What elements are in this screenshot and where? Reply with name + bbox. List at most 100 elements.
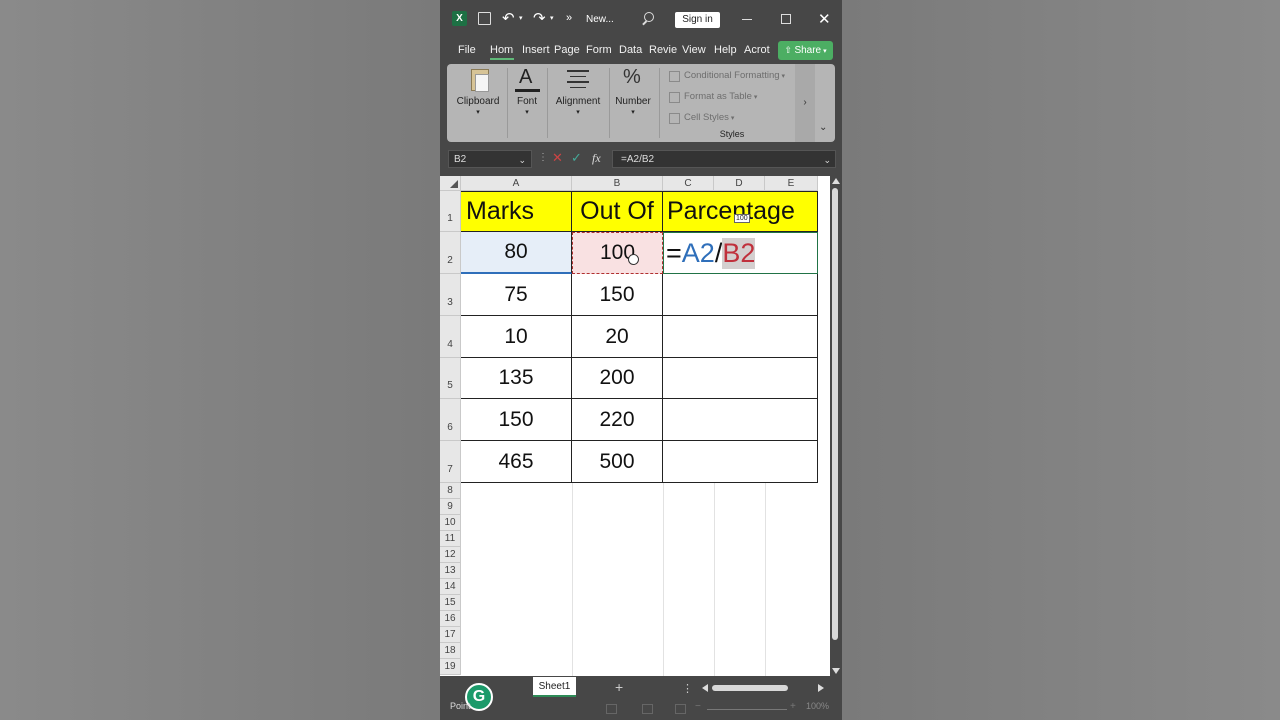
cell-b4[interactable]: 20	[572, 316, 663, 358]
row-header-6[interactable]: 6	[440, 399, 461, 441]
redo-dropdown-icon[interactable]: ▾	[550, 14, 554, 22]
h-scroll-right-icon[interactable]	[818, 684, 824, 692]
row-header-4[interactable]: 4	[440, 316, 461, 358]
sign-in-button[interactable]: Sign in	[675, 12, 720, 28]
row-header-11[interactable]: 11	[440, 531, 461, 547]
minimize-icon[interactable]	[742, 19, 752, 20]
row-header-7[interactable]: 7	[440, 441, 461, 483]
alignment-button[interactable]: Alignment	[549, 96, 607, 107]
row-header-13[interactable]: 13	[440, 563, 461, 579]
row-header-2[interactable]: 2	[440, 232, 461, 274]
h-scroll-left-icon[interactable]	[702, 684, 708, 692]
cell-c6[interactable]	[663, 399, 818, 441]
column-header-e[interactable]: E	[765, 176, 818, 191]
column-header-b[interactable]: B	[572, 176, 663, 191]
cancel-icon[interactable]: ✕	[552, 150, 563, 166]
clipboard-button[interactable]: Clipboard	[451, 96, 505, 107]
tab-options-icon[interactable]: ⋮	[682, 682, 693, 695]
row-header-9[interactable]: 9	[440, 499, 461, 515]
number-dropdown-icon[interactable]: ▾	[611, 108, 655, 116]
add-sheet-button[interactable]: +	[615, 679, 623, 695]
page-layout-icon[interactable]	[642, 704, 653, 714]
vertical-scrollbar[interactable]	[830, 176, 842, 676]
cell-b5[interactable]: 200	[572, 358, 663, 399]
cell-a2[interactable]: 80	[461, 232, 572, 274]
tab-home[interactable]: Hom	[490, 44, 513, 56]
cell-c3[interactable]	[663, 274, 818, 316]
insert-function-icon[interactable]: fx	[592, 151, 601, 166]
format-as-table-button[interactable]: Format as Table ▾	[684, 91, 757, 102]
page-break-icon[interactable]	[675, 704, 686, 714]
conditional-formatting-button[interactable]: Conditional Formatting ▾	[684, 70, 785, 81]
cell-c5[interactable]	[663, 358, 818, 399]
ribbon-collapse-icon[interactable]: ⌄	[819, 122, 827, 133]
cell-styles-button[interactable]: Cell Styles ▾	[684, 112, 734, 123]
cell-b1[interactable]: Out Of	[572, 191, 663, 232]
row-header-16[interactable]: 16	[440, 611, 461, 627]
tab-insert[interactable]: Insert	[522, 44, 550, 56]
cell-b3[interactable]: 150	[572, 274, 663, 316]
tab-help[interactable]: Help	[714, 44, 737, 56]
cell-a4[interactable]: 10	[461, 316, 572, 358]
horizontal-scroll-thumb[interactable]	[712, 685, 788, 691]
row-header-3[interactable]: 3	[440, 274, 461, 316]
close-icon[interactable]: ✕	[818, 10, 831, 28]
clipboard-dropdown-icon[interactable]: ▾	[451, 108, 505, 116]
zoom-out-icon[interactable]: −	[695, 701, 701, 712]
tab-review[interactable]: Revie	[649, 44, 677, 56]
column-header-d[interactable]: D	[714, 176, 765, 191]
cell-a7[interactable]: 465	[461, 441, 572, 483]
save-icon[interactable]	[478, 12, 491, 25]
tab-view[interactable]: View	[682, 44, 706, 56]
font-dropdown-icon[interactable]: ▾	[509, 108, 545, 116]
zoom-slider[interactable]	[707, 709, 787, 710]
cell-c2-editing[interactable]: = A2 / B2	[663, 232, 818, 274]
tab-data[interactable]: Data	[619, 44, 642, 56]
row-header-15[interactable]: 15	[440, 595, 461, 611]
redo-icon[interactable]: ↷	[533, 9, 546, 27]
zoom-in-icon[interactable]: +	[790, 701, 796, 712]
undo-dropdown-icon[interactable]: ▾	[519, 14, 523, 22]
column-header-c[interactable]: C	[663, 176, 714, 191]
sheet-tab-sheet1[interactable]: Sheet1	[533, 677, 576, 697]
font-button[interactable]: Font	[509, 96, 545, 107]
cell-a1[interactable]: Marks	[461, 191, 572, 232]
formula-input[interactable]: =A2/B2 ⌄	[612, 150, 836, 168]
tab-page[interactable]: Page	[554, 44, 580, 56]
cell-c1[interactable]: Parcentage	[663, 191, 818, 232]
enter-icon[interactable]: ✓	[571, 150, 582, 166]
row-header-1[interactable]: 1	[440, 191, 461, 232]
formula-expand-icon[interactable]: ⌄	[823, 151, 831, 169]
maximize-icon[interactable]	[781, 14, 791, 24]
row-header-12[interactable]: 12	[440, 547, 461, 563]
more-commands-icon[interactable]: »	[566, 12, 572, 24]
zoom-level[interactable]: 100%	[806, 701, 829, 711]
scroll-thumb[interactable]	[832, 188, 838, 640]
cell-c7[interactable]	[663, 441, 818, 483]
row-header-19[interactable]: 19	[440, 659, 461, 675]
row-header-10[interactable]: 10	[440, 515, 461, 531]
scroll-up-icon[interactable]	[832, 178, 840, 184]
normal-view-icon[interactable]	[606, 704, 617, 714]
cell-a6[interactable]: 150	[461, 399, 572, 441]
cell-c4[interactable]	[663, 316, 818, 358]
row-header-18[interactable]: 18	[440, 643, 461, 659]
alignment-dropdown-icon[interactable]: ▾	[549, 108, 607, 116]
row-header-17[interactable]: 17	[440, 627, 461, 643]
row-header-8[interactable]: 8	[440, 483, 461, 499]
cell-a3[interactable]: 75	[461, 274, 572, 316]
cell-a5[interactable]: 135	[461, 358, 572, 399]
number-button[interactable]: Number	[611, 96, 655, 107]
worksheet[interactable]: A B C D E 1 2 3 4 5 6 7 8 9 10 11 12 13 …	[440, 176, 830, 676]
scroll-down-icon[interactable]	[832, 668, 840, 674]
tab-file[interactable]: File	[458, 44, 476, 56]
tab-acrobat[interactable]: Acrot	[744, 44, 770, 56]
name-box-dropdown-icon[interactable]: ⌄	[518, 151, 526, 169]
share-button[interactable]: ⇧ Share ▾	[778, 41, 833, 60]
name-box[interactable]: B2 ⌄	[448, 150, 532, 168]
cell-b6[interactable]: 220	[572, 399, 663, 441]
cell-b7[interactable]: 500	[572, 441, 663, 483]
select-all-corner[interactable]	[440, 176, 461, 191]
row-header-14[interactable]: 14	[440, 579, 461, 595]
column-header-a[interactable]: A	[461, 176, 572, 191]
